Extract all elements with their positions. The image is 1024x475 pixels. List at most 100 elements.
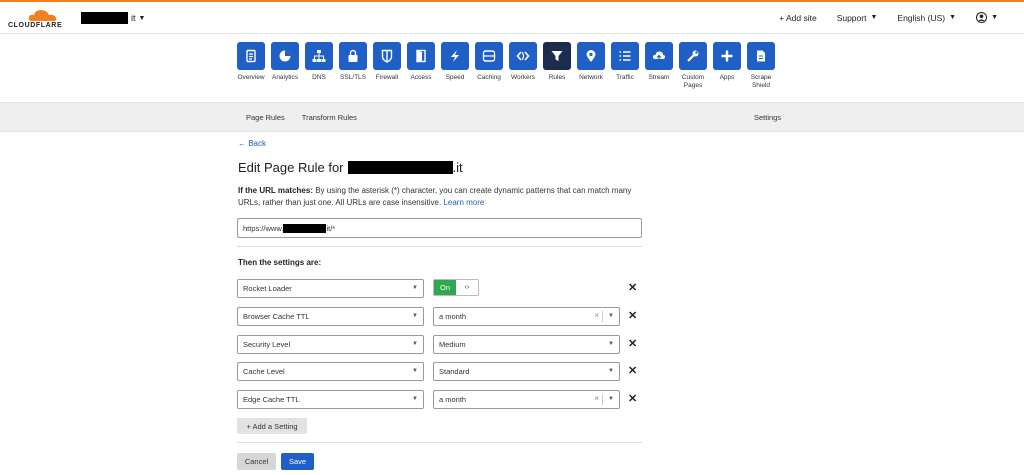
cancel-button[interactable]: Cancel <box>237 453 276 470</box>
nav-item-dns[interactable]: DNS <box>304 42 334 90</box>
setting-select[interactable]: Edge Cache TTL ▼ <box>237 390 424 409</box>
nav-item-caching[interactable]: Caching <box>474 42 504 90</box>
language-label: English (US) <box>897 12 946 23</box>
support-label: Support <box>836 12 867 23</box>
pie-chart-icon <box>271 42 299 70</box>
redacted-domain <box>347 161 453 174</box>
nav-item-rules[interactable]: Rules <box>542 42 572 90</box>
nav-item-apps[interactable]: Apps <box>712 42 742 90</box>
nav-item-overview[interactable]: Overview <box>236 42 266 90</box>
setting-select[interactable]: Browser Cache TTL ▼ <box>237 307 424 326</box>
nav-item-scrape-shield[interactable]: Scrape Shield <box>746 42 776 90</box>
clear-icon[interactable]: × <box>594 311 599 320</box>
learn-more-link[interactable]: Learn more <box>443 198 484 207</box>
nav-label: Scrape Shield <box>750 74 772 89</box>
chevron-down-icon: ▼ <box>412 341 418 347</box>
location-pin-icon <box>577 42 605 70</box>
server-icon <box>475 42 503 70</box>
chevron-down-icon: ▼ <box>949 14 957 21</box>
url-description: If the URL matches: By using the asteris… <box>238 185 638 209</box>
redacted-domain <box>283 223 327 233</box>
redacted-domain <box>81 12 128 24</box>
add-site-label: + Add site <box>779 12 817 23</box>
setting-name: Rocket Loader <box>243 284 292 293</box>
shield-icon <box>373 42 401 70</box>
nav-item-traffic[interactable]: Traffic <box>610 42 640 90</box>
nav-item-stream[interactable]: Stream <box>644 42 674 90</box>
divider <box>237 442 642 443</box>
chevron-down-icon: ▼ <box>412 368 418 374</box>
nav-item-speed[interactable]: Speed <box>440 42 470 90</box>
remove-setting-button[interactable]: ✕ <box>628 364 637 377</box>
nav-item-analytics[interactable]: Analytics <box>270 42 300 90</box>
nav-item-network[interactable]: Network <box>576 42 606 90</box>
title-suffix: .it <box>452 160 463 175</box>
document-icon <box>237 42 265 70</box>
chevron-down-icon: ▼ <box>138 14 146 22</box>
lightning-icon <box>441 42 469 70</box>
remove-setting-button[interactable]: ✕ <box>628 309 637 322</box>
separator <box>602 311 603 322</box>
sub-nav: Page Rules Transform Rules Settings <box>0 102 1024 132</box>
setting-value: a month <box>439 395 467 404</box>
setting-select[interactable]: Security Level ▼ <box>237 335 424 354</box>
page-icon <box>747 42 775 70</box>
add-site-button[interactable]: + Add site <box>779 13 817 23</box>
language-menu[interactable]: English (US) ▼ <box>897 13 956 23</box>
filter-icon <box>543 42 571 70</box>
setting-select[interactable]: Rocket Loader ▼ <box>237 279 424 298</box>
lock-icon <box>339 42 367 70</box>
clear-icon[interactable]: × <box>594 394 599 403</box>
settings-heading: Then the settings are: <box>238 258 322 267</box>
add-setting-button[interactable]: + Add a Setting <box>237 418 307 434</box>
setting-value-select[interactable]: a month × ▼ <box>433 307 620 326</box>
chevron-down-icon: ▼ <box>412 396 418 402</box>
setting-name: Browser Cache TTL <box>243 312 310 321</box>
list-icon <box>611 42 639 70</box>
account-menu[interactable]: ▼ <box>976 12 998 23</box>
nav-item-workers[interactable]: Workers <box>508 42 538 90</box>
code-icon: ‹› <box>464 284 470 291</box>
chevron-down-icon: ▼ <box>870 14 878 21</box>
nav-item-custom-pages[interactable]: Custom Pages <box>678 42 708 90</box>
setting-value-select[interactable]: a month × ▼ <box>433 390 620 409</box>
title-prefix: Edit Page Rule for <box>238 160 344 175</box>
divider <box>237 246 642 247</box>
subnav-transform-rules[interactable]: Transform Rules <box>302 113 357 122</box>
subnav-settings[interactable]: Settings <box>754 113 781 122</box>
chevron-down-icon: ▼ <box>991 14 998 21</box>
rocket-loader-toggle[interactable]: On ‹› <box>433 279 479 296</box>
nav-item-firewall[interactable]: Firewall <box>372 42 402 90</box>
setting-value: a month <box>439 312 467 321</box>
main-nav: Overview Analytics DNS SSL/TLS Firewall … <box>236 42 776 90</box>
toggle-on: On <box>434 280 456 295</box>
setting-name: Security Level <box>243 340 291 349</box>
chevron-down-icon: ▼ <box>608 313 614 319</box>
domain-suffix: it <box>131 13 136 23</box>
user-icon <box>976 12 988 23</box>
setting-value-select[interactable]: Standard ▼ <box>433 362 620 381</box>
save-button[interactable]: Save <box>281 453 314 470</box>
chevron-down-icon: ▼ <box>608 341 614 347</box>
cloud-upload-icon <box>645 42 673 70</box>
cloudflare-logo[interactable]: CLOUDFLARE <box>8 8 70 30</box>
remove-setting-button[interactable]: ✕ <box>628 392 637 405</box>
top-bar: CLOUDFLARE it ▼ + Add site Support ▼ Eng… <box>0 2 1024 34</box>
nav-item-access[interactable]: Access <box>406 42 436 90</box>
setting-value-select[interactable]: Medium ▼ <box>433 335 620 354</box>
chevron-down-icon: ▼ <box>608 368 614 374</box>
url-pattern-input[interactable]: https://www. it/* <box>237 218 642 238</box>
back-link[interactable]: ← Back <box>238 139 266 148</box>
subnav-page-rules[interactable]: Page Rules <box>246 113 285 122</box>
code-icon <box>509 42 537 70</box>
nav-item-ssl-tls[interactable]: SSL/TLS <box>338 42 368 90</box>
page-title: Edit Page Rule for .it <box>238 160 463 175</box>
domain-selector[interactable]: it ▼ <box>81 12 145 24</box>
setting-select[interactable]: Cache Level ▼ <box>237 362 424 381</box>
wrench-icon <box>679 42 707 70</box>
remove-setting-button[interactable]: ✕ <box>628 281 637 294</box>
chevron-down-icon: ▼ <box>412 313 418 319</box>
remove-setting-button[interactable]: ✕ <box>628 337 637 350</box>
cloud-icon <box>28 10 57 21</box>
support-menu[interactable]: Support ▼ <box>837 13 878 23</box>
